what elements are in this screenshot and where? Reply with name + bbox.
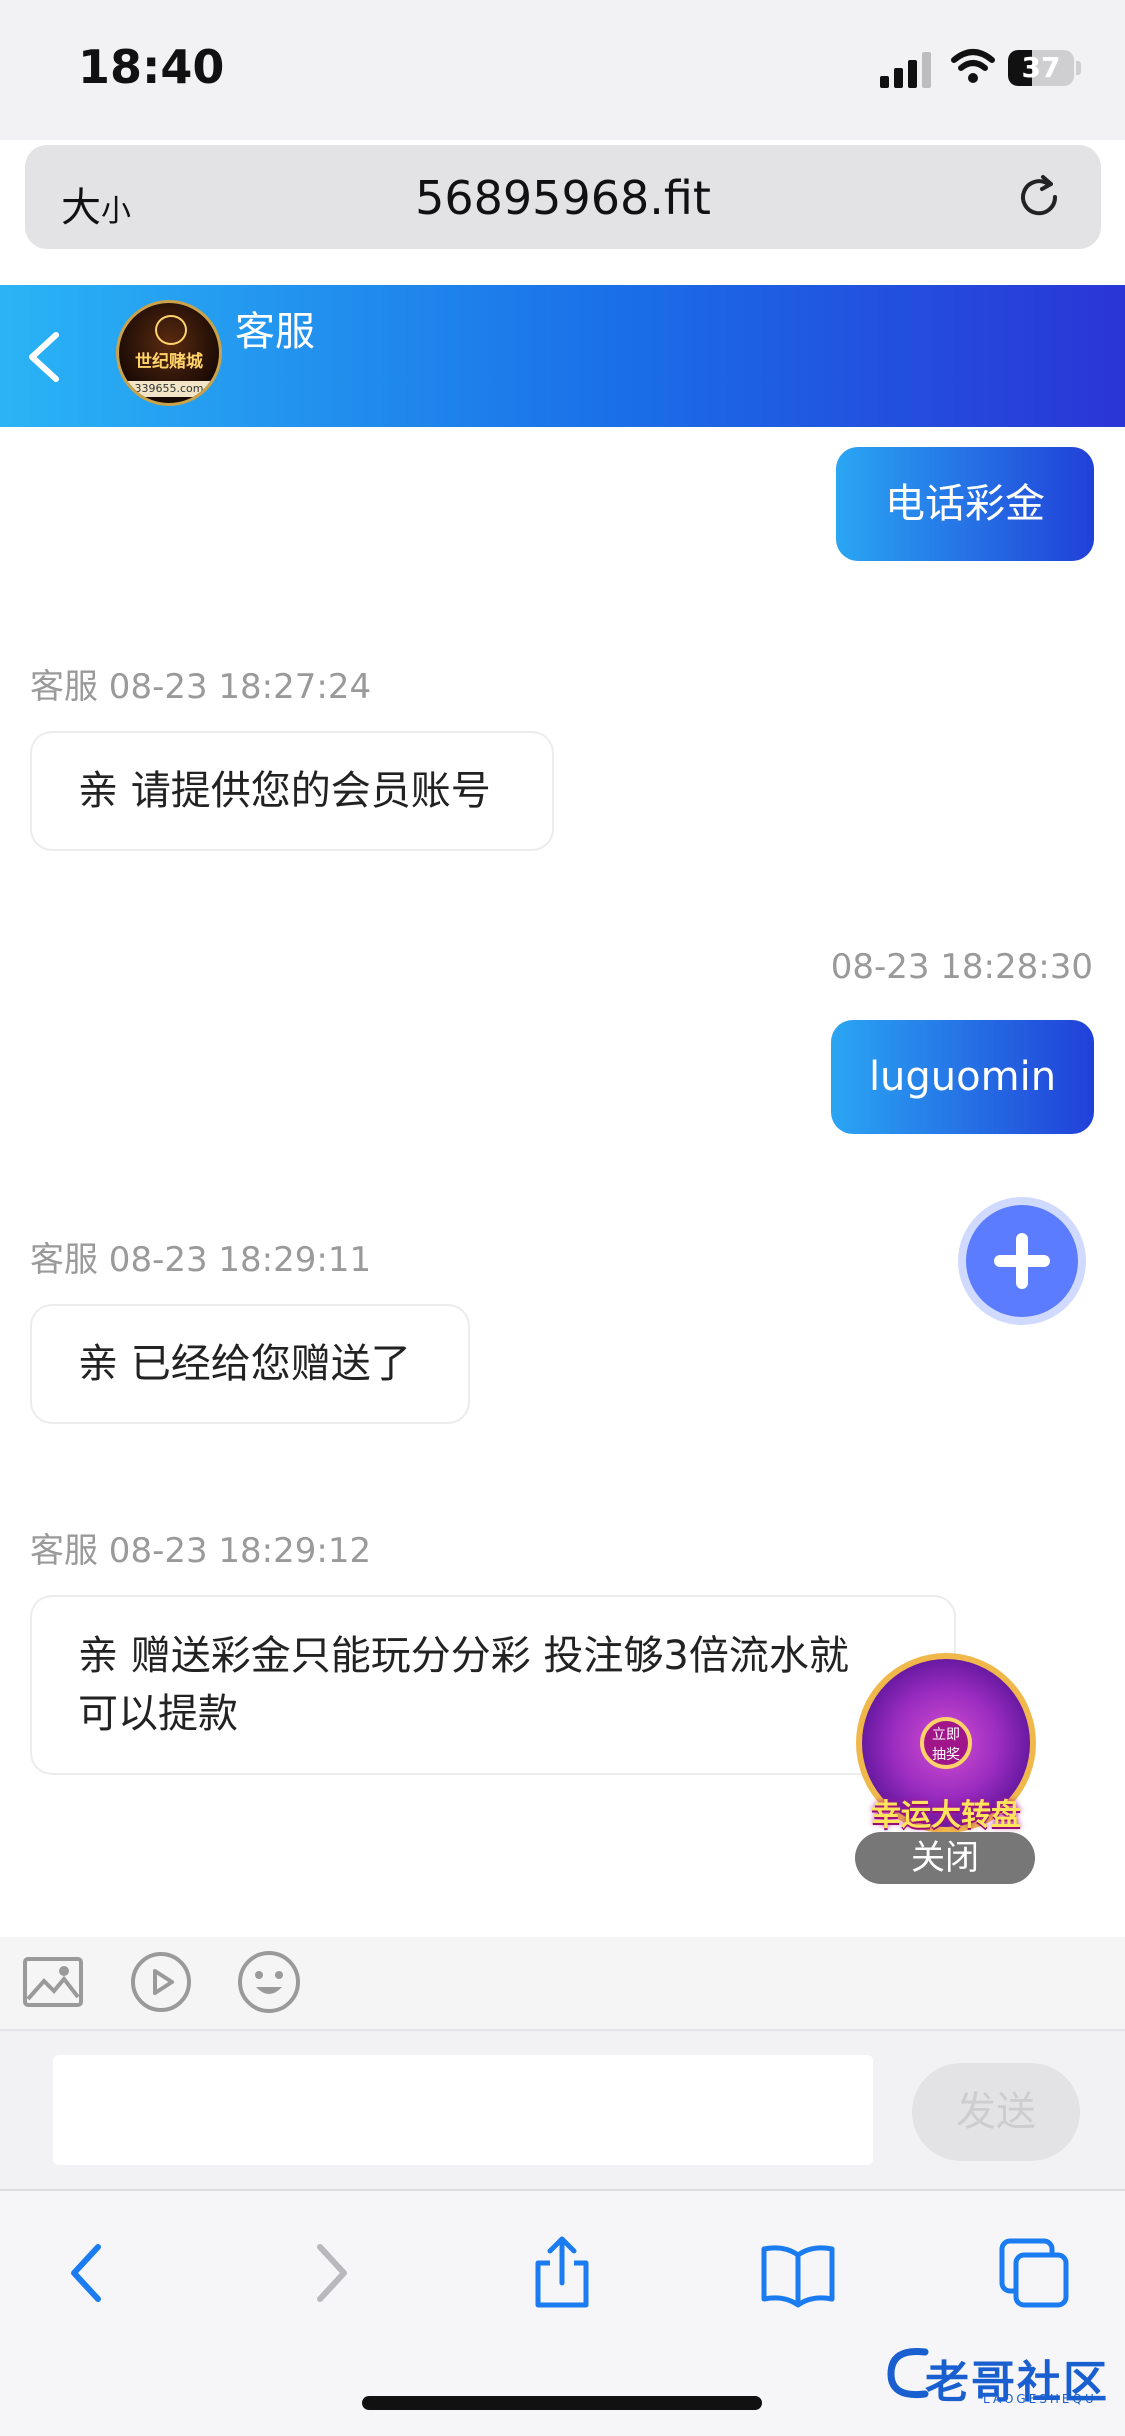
dragon-logo-icon <box>887 2347 929 2399</box>
home-indicator <box>362 2396 762 2410</box>
video-play-icon[interactable] <box>128 1949 194 2015</box>
emoji-icon[interactable] <box>236 1949 302 2015</box>
message-line: 亲 赠送彩金只能玩分分彩 投注够3倍流水就 <box>78 1633 849 1679</box>
message-meta: 客服 08-23 18:27:24 <box>30 667 372 707</box>
incoming-message: 亲 赠送彩金只能玩分分彩 投注够3倍流水就 可以提款 <box>30 1595 956 1775</box>
image-icon[interactable] <box>20 1949 86 2015</box>
seal-icon <box>155 315 187 345</box>
message-input-bar: 发送 <box>0 2029 1125 2189</box>
reload-icon[interactable] <box>1015 173 1065 223</box>
incoming-message: 亲 已经给您赠送了 <box>30 1304 470 1424</box>
back-icon[interactable] <box>48 2233 128 2313</box>
outgoing-message: luguomin <box>831 1020 1094 1134</box>
avatar-logo-text: 世纪赌城 <box>135 352 203 372</box>
draw-now-button[interactable]: 立即 抽奖 <box>920 1717 972 1769</box>
avatar-site-text: 339655.com <box>119 381 219 397</box>
battery-icon: 37 <box>1008 50 1074 86</box>
status-bar: 18:40 37 <box>0 0 1125 140</box>
tabs-icon[interactable] <box>994 2233 1074 2313</box>
watermark: 老哥社区 LAOGESHEQU <box>885 2340 1115 2410</box>
chat-header: 世纪赌城 339655.com 客服 <box>0 285 1125 427</box>
message-line: 可以提款 <box>78 1691 238 1737</box>
battery-percent: 37 <box>1021 51 1061 84</box>
back-chevron-icon[interactable] <box>22 329 66 385</box>
avatar: 世纪赌城 339655.com <box>116 300 222 406</box>
message-meta: 客服 08-23 18:29:11 <box>30 1240 372 1280</box>
message-meta: 客服 08-23 18:29:12 <box>30 1531 372 1571</box>
media-toolbar <box>0 1937 1125 2029</box>
chat-title: 客服 <box>235 309 315 355</box>
wifi-icon <box>951 49 995 83</box>
send-button[interactable]: 发送 <box>912 2063 1080 2161</box>
lucky-wheel-label[interactable]: 幸运大转盘 <box>854 1795 1038 1837</box>
plus-button[interactable] <box>966 1205 1078 1317</box>
url-text[interactable]: 56895968.fit <box>25 171 1101 225</box>
bookmarks-icon[interactable] <box>758 2233 838 2313</box>
message-input[interactable] <box>53 2055 873 2165</box>
browser-address-bar[interactable]: 大小 56895968.fit <box>25 145 1101 249</box>
status-time: 18:40 <box>78 40 225 94</box>
message-meta: 08-23 18:28:30 <box>830 947 1093 987</box>
forward-icon[interactable] <box>290 2233 370 2313</box>
incoming-message: 亲 请提供您的会员账号 <box>30 731 554 851</box>
outgoing-message: 电话彩金 <box>836 447 1094 561</box>
signal-icon <box>880 50 934 88</box>
share-icon[interactable] <box>522 2233 602 2313</box>
close-promo-button[interactable]: 关闭 <box>855 1832 1035 1884</box>
watermark-subtitle: LAOGESHEQU <box>983 2392 1097 2406</box>
